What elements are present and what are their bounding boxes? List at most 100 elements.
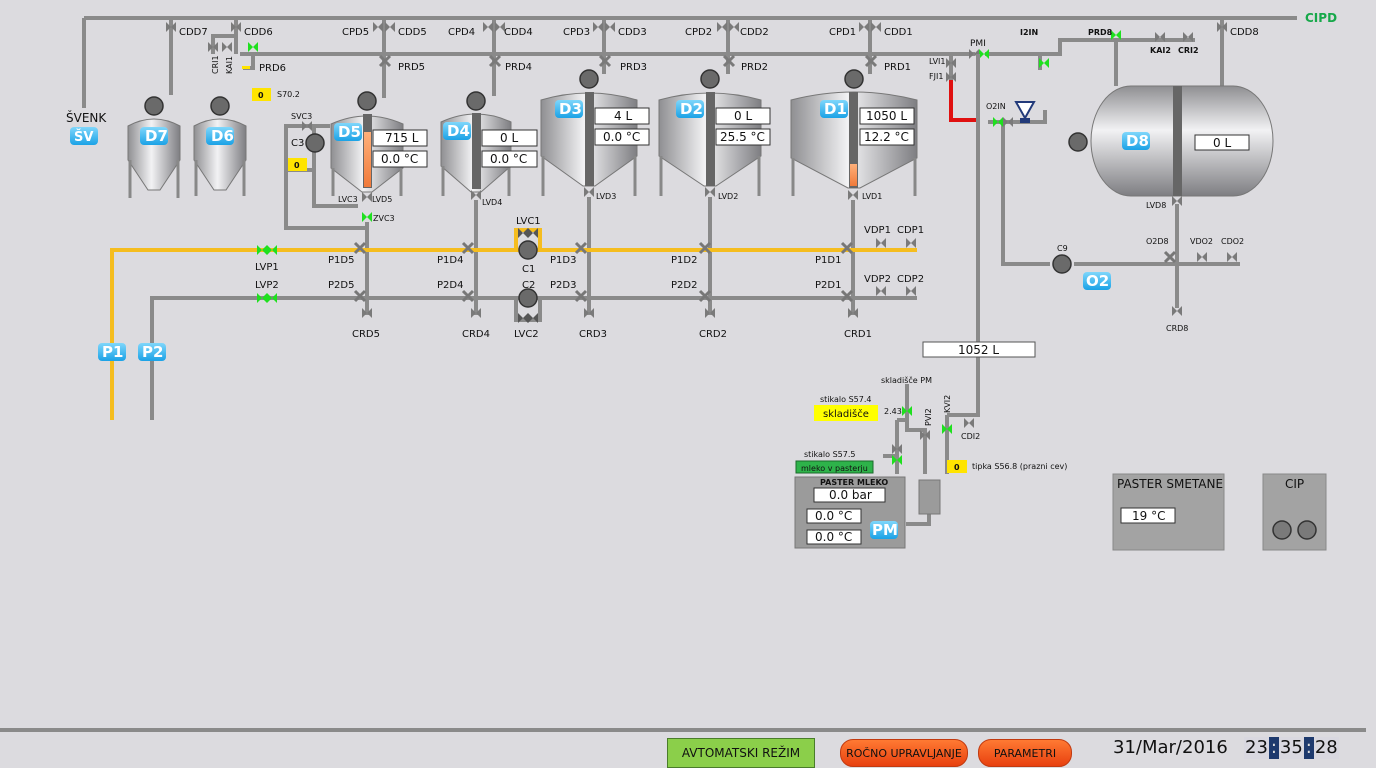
- d1-tag: D1: [824, 100, 847, 118]
- paster-smetane-temp: 19 °C: [1132, 509, 1165, 523]
- footer-divider: [0, 728, 1366, 732]
- p2d1-label: P2D1: [815, 280, 841, 291]
- lvc1-label: LVC1: [516, 216, 541, 227]
- prd1-label: PRD1: [884, 62, 911, 73]
- lvd5-label: LVD5: [372, 195, 392, 204]
- cdi2-valve[interactable]: [964, 418, 974, 428]
- prd2-label: PRD2: [741, 62, 768, 73]
- c9-pump[interactable]: [1052, 254, 1072, 274]
- vdo2-label: VDO2: [1190, 237, 1213, 246]
- date-display: 31/Mar/2016: [1113, 737, 1228, 758]
- p1d1-label: P1D1: [815, 255, 841, 266]
- cdd1-label: CDD1: [884, 27, 913, 38]
- p2d5-label: P2D5: [328, 280, 354, 291]
- i2in-label: I2IN: [1020, 28, 1038, 37]
- cri2-label: CRI2: [1178, 46, 1199, 55]
- process-diagram: CIPD CDD7 CDD6 CPD5 CDD5 CPD4 CDD4 CPD3 …: [66, 11, 1337, 551]
- cdd3-label: CDD3: [618, 27, 647, 38]
- kai1-label: KAI1: [225, 56, 234, 74]
- cdo2-label: CDO2: [1221, 237, 1244, 246]
- d2-temp: 25.5 °C: [720, 130, 765, 144]
- cpd3-label: CPD3: [563, 27, 590, 38]
- lvd1-valve[interactable]: [848, 190, 858, 200]
- clock-minutes: 35: [1278, 737, 1304, 759]
- o2d8-label: O2D8: [1146, 237, 1169, 246]
- prd3-label: PRD3: [620, 62, 647, 73]
- d8-tag: D8: [1126, 132, 1149, 150]
- lvd2-valve[interactable]: [705, 187, 715, 197]
- manual-control-button[interactable]: ROČNO UPRAVLJANJE: [840, 739, 968, 767]
- d5-volume: 715 L: [385, 131, 419, 145]
- cdd7-label: CDD7: [179, 27, 208, 38]
- auto-mode-button[interactable]: AVTOMATSKI REŽIM: [667, 738, 815, 768]
- d3-tag: D3: [559, 100, 582, 118]
- cdi2-label: CDI2: [961, 432, 980, 441]
- p1-line: [110, 228, 917, 420]
- cip-pump-2[interactable]: [1297, 520, 1317, 540]
- cipd-label: CIPD: [1305, 11, 1337, 25]
- crd1-label: CRD1: [844, 329, 872, 340]
- stikalo-574-label: stikalo S57.4: [820, 395, 871, 404]
- filter-icon: [1014, 101, 1036, 121]
- parameters-button[interactable]: PARAMETRI: [978, 739, 1072, 767]
- d1-temp: 12.2 °C: [864, 130, 909, 144]
- cdd4-label: CDD4: [504, 27, 533, 38]
- crd5-label: CRD5: [352, 329, 380, 340]
- lvi1-label: LVI1: [929, 57, 946, 66]
- prd4-label: PRD4: [505, 62, 532, 73]
- lvp-valves[interactable]: [257, 245, 277, 303]
- sv-tag-label: ŠV: [74, 129, 93, 145]
- lvd2-label: LVD2: [718, 192, 738, 201]
- flow-total: 1052 L: [958, 343, 999, 357]
- pmi-label: PMI: [970, 39, 986, 49]
- lvd3-valve[interactable]: [584, 187, 594, 197]
- lvp2-label: LVP2: [255, 280, 279, 291]
- s702-label: S70.2: [277, 90, 300, 99]
- d4-temp: 0.0 °C: [490, 152, 527, 166]
- tank-d7[interactable]: [127, 96, 181, 198]
- o2in-valve[interactable]: [993, 117, 1003, 127]
- cpd1-label: CPD1: [829, 27, 856, 38]
- cdd6-label: CDD6: [244, 27, 273, 38]
- lvc3-label: LVC3: [338, 195, 358, 204]
- d2-volume: 0 L: [734, 109, 752, 123]
- tipka-value: 0: [954, 463, 960, 472]
- d2-tag: D2: [680, 100, 703, 118]
- svc3-valve[interactable]: [302, 121, 312, 131]
- d6-tag: D6: [211, 127, 234, 145]
- vdp1-label: VDP1: [864, 225, 891, 236]
- heat-exchanger: [918, 479, 941, 515]
- o2-drain-valves[interactable]: [1197, 252, 1237, 262]
- c9-label: C9: [1057, 244, 1068, 253]
- c1-pump[interactable]: [518, 240, 538, 260]
- tank-d6[interactable]: [193, 96, 247, 196]
- pm-pressure: 0.0 bar: [829, 488, 872, 502]
- cdd8-label: CDD8: [1230, 27, 1259, 38]
- d3-volume: 4 L: [614, 109, 632, 123]
- cri1-label: CRI1: [211, 55, 220, 74]
- p2-line: [150, 296, 917, 420]
- o2d8-valve[interactable]: [1163, 250, 1177, 264]
- svc3-label: SVC3: [291, 112, 312, 121]
- clock-display: 23:35:28: [1244, 737, 1339, 759]
- c3-label: C3: [291, 138, 304, 149]
- cpd2-label: CPD2: [685, 27, 712, 38]
- pvi2-label: PVI2: [924, 408, 933, 426]
- lvd5-valve[interactable]: [362, 192, 372, 202]
- mleko-button-label: mleko v pasterju: [801, 464, 868, 473]
- c2-pump[interactable]: [518, 288, 538, 308]
- skladisce-pm-label: skladišče PM: [881, 375, 932, 385]
- pm-tag-label: PM: [872, 521, 898, 539]
- stikalo-575-label: stikalo S57.5: [804, 450, 855, 459]
- p2d4-label: P2D4: [437, 280, 463, 291]
- c3-pump[interactable]: [305, 133, 325, 153]
- p1-tag-label: P1: [102, 343, 123, 361]
- kvi2-label: KVI2: [943, 395, 952, 413]
- zvc3-valve[interactable]: [362, 212, 372, 222]
- cip-pump-1[interactable]: [1272, 520, 1292, 540]
- lvd4-label: LVD4: [482, 198, 502, 207]
- p2d2-label: P2D2: [671, 280, 697, 291]
- lvd1-label: LVD1: [862, 192, 882, 201]
- fji1-label: FJI1: [929, 72, 943, 81]
- paster-smetane-title: PASTER SMETANE: [1117, 477, 1223, 491]
